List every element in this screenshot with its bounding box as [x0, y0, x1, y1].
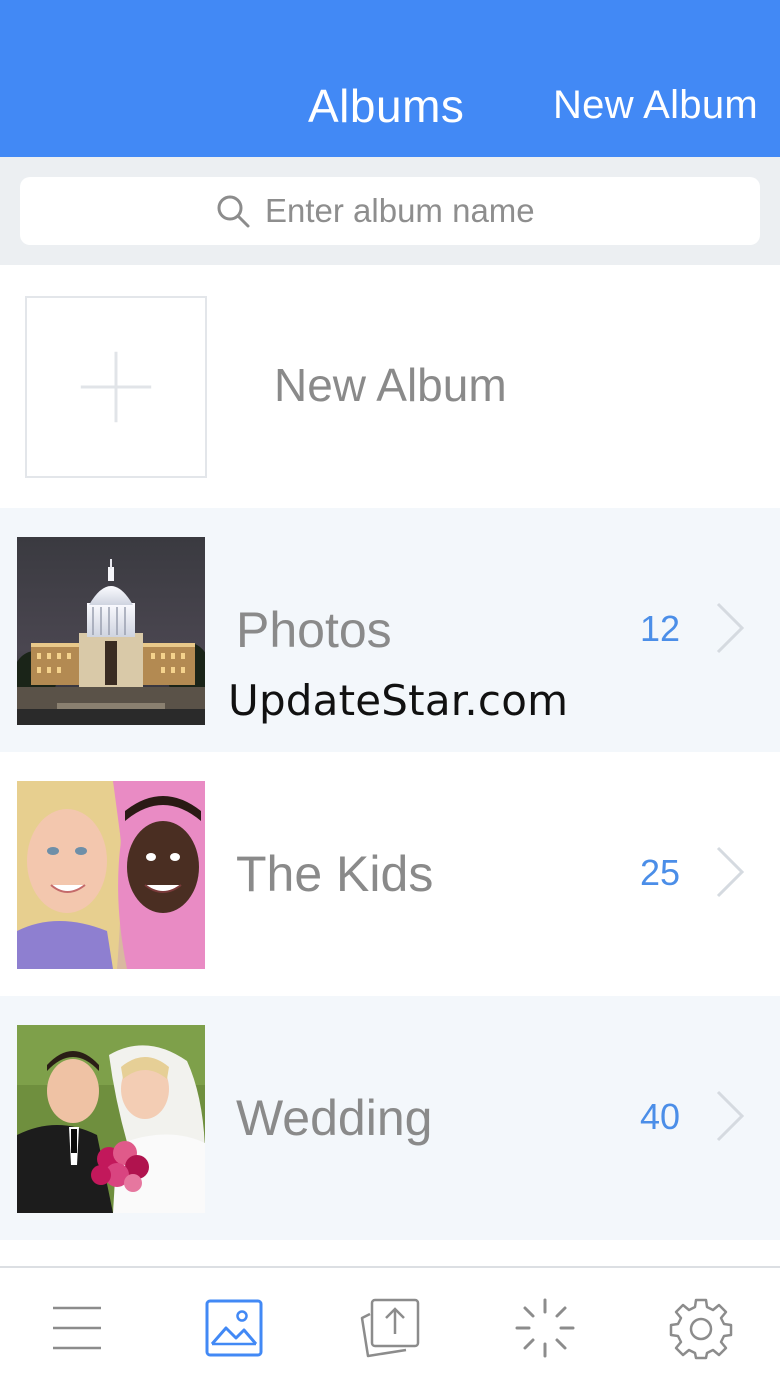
chevron-right-icon — [716, 1090, 745, 1142]
new-album-tile[interactable] — [25, 296, 207, 478]
new-album-row[interactable]: New Album — [0, 265, 780, 508]
tab-sync[interactable] — [513, 1296, 577, 1360]
bottom-tab-bar — [0, 1266, 780, 1387]
new-album-label: New Album — [274, 359, 507, 411]
album-name: Wedding — [236, 1090, 433, 1146]
album-thumbnail-wedding — [17, 1025, 205, 1213]
album-name: The Kids — [236, 846, 434, 902]
search-box[interactable] — [20, 177, 760, 245]
loading-spinner-icon — [515, 1298, 575, 1358]
album-row-wedding[interactable]: Wedding 40 — [0, 996, 780, 1240]
album-photo-count: 40 — [639, 1096, 680, 1137]
album-thumbnail-photos — [17, 537, 205, 725]
album-thumbnail-the-kids — [17, 781, 205, 969]
tab-settings[interactable] — [669, 1296, 733, 1360]
album-row-photos[interactable]: Photos 12 UpdateStar.com — [0, 508, 780, 752]
tab-albums[interactable] — [202, 1296, 266, 1360]
search-icon — [215, 193, 251, 229]
tab-upload[interactable] — [358, 1296, 422, 1360]
menu-icon — [53, 1306, 101, 1350]
album-row-the-kids[interactable]: The Kids 25 — [0, 752, 780, 996]
new-album-header-button[interactable]: New Album — [553, 80, 758, 130]
page-title: Albums — [308, 80, 465, 132]
chevron-right-icon — [716, 846, 745, 898]
nav-header: Albums New Album — [0, 0, 780, 157]
chevron-right-icon — [716, 602, 745, 654]
plus-icon — [80, 351, 152, 423]
watermark-text: UpdateStar.com — [228, 676, 569, 725]
upload-icon — [360, 1298, 420, 1358]
gear-icon — [669, 1298, 733, 1360]
album-search-input[interactable] — [265, 192, 565, 230]
album-photo-count: 25 — [639, 852, 680, 893]
album-name: Photos — [236, 602, 392, 658]
albums-screen: Albums New Album New Album — [0, 0, 780, 1387]
search-bar — [0, 157, 780, 265]
albums-image-icon — [205, 1299, 263, 1357]
album-photo-count: 12 — [639, 608, 680, 649]
tab-menu[interactable] — [45, 1296, 109, 1360]
